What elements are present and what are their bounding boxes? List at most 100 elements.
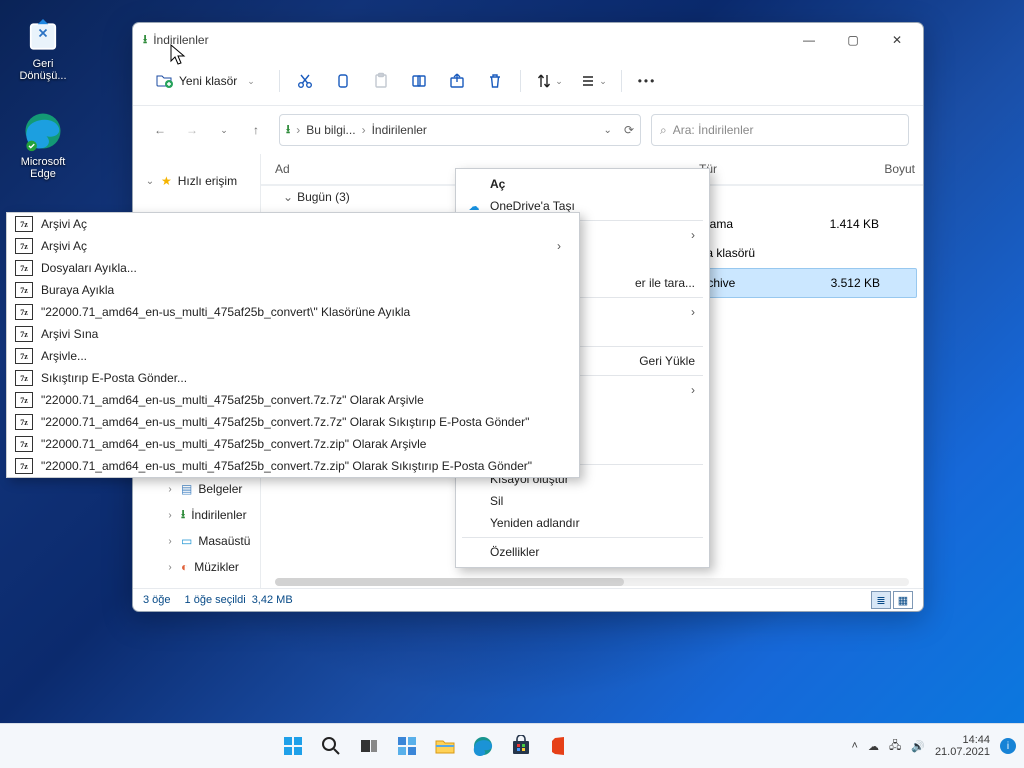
7z-archive[interactable]: 7zArşivle...: [7, 345, 579, 367]
7z-extract-here[interactable]: 7zBuraya Ayıkla: [7, 279, 579, 301]
store-button[interactable]: [504, 729, 538, 763]
nav-up-button[interactable]: ↑: [243, 117, 269, 143]
file-row[interactable]: Uygulama 1.414 KB: [675, 210, 917, 238]
desktop: Geri Dönüşü... Microsoft Edge ⭳ İndirile…: [0, 0, 1024, 768]
download-icon: ⭳: [286, 120, 290, 141]
7z-icon: 7z: [15, 238, 33, 254]
7z-test[interactable]: 7zArşivi Sına: [7, 323, 579, 345]
view-details-button[interactable]: ≣: [871, 591, 891, 609]
taskbar-clock[interactable]: 14:44 21.07.2021: [935, 734, 990, 758]
7z-aszip[interactable]: 7z"22000.71_amd64_en-us_multi_475af25b_c…: [7, 433, 579, 455]
7z-icon: 7z: [15, 436, 33, 452]
volume-icon[interactable]: 🔊: [911, 740, 925, 753]
ctx-properties[interactable]: Özellikler: [456, 541, 709, 563]
search-button[interactable]: [314, 729, 348, 763]
maximize-button[interactable]: ▢: [831, 26, 875, 54]
7z-icon: 7z: [15, 370, 33, 386]
edge-shortcut[interactable]: Microsoft Edge: [8, 108, 78, 180]
7z-icon: 7z: [15, 282, 33, 298]
7z-icon: 7z: [15, 458, 33, 474]
ctx-rename[interactable]: Yeniden adlandır: [456, 512, 709, 534]
7z-icon: 7z: [15, 414, 33, 430]
network-icon[interactable]: 🖧: [889, 737, 901, 756]
7z-extract-files[interactable]: 7zDosyaları Ayıkla...: [7, 257, 579, 279]
quick-access[interactable]: ⌄ ★ Hızlı erişim: [133, 168, 260, 194]
nav-desktop[interactable]: › ▭ Masaüstü: [133, 528, 260, 554]
toolbar: Yeni klasör ⌄ ⌄ ⌄ •••: [133, 57, 923, 106]
notification-icon[interactable]: i: [1000, 738, 1016, 754]
start-button[interactable]: [276, 729, 310, 763]
nav-forward-button[interactable]: →: [179, 117, 205, 143]
7z-as7z-mail[interactable]: 7z"22000.71_amd64_en-us_multi_475af25b_c…: [7, 411, 579, 433]
horizontal-scrollbar[interactable]: [261, 576, 923, 588]
status-selected: 1 öğe seçildi: [185, 594, 246, 606]
refresh-button[interactable]: ⟳: [624, 123, 634, 137]
col-size[interactable]: Boyut: [827, 162, 923, 176]
download-icon: ⭳: [181, 505, 185, 526]
7z-icon: 7z: [15, 392, 33, 408]
copy-button[interactable]: [324, 63, 362, 99]
rename-button[interactable]: [400, 63, 438, 99]
new-folder-button[interactable]: Yeni klasör ⌄: [147, 63, 273, 99]
breadcrumb-leaf[interactable]: İndirilenler: [372, 123, 427, 137]
recycle-bin[interactable]: Geri Dönüşü...: [8, 10, 78, 82]
ctx-delete[interactable]: Sil: [456, 490, 709, 512]
new-folder-icon: [155, 71, 173, 92]
context-submenu-7zip: 7zArşivi Aç 7zArşivi Aç 7zDosyaları Ayık…: [6, 212, 580, 478]
taskbar: ˄ ☁ 🖧 🔊 14:44 21.07.2021 i: [0, 723, 1024, 768]
search-icon: ⌕: [660, 123, 667, 138]
window-title: İndirilenler: [153, 33, 208, 47]
col-type[interactable]: Tür: [691, 162, 827, 176]
col-name[interactable]: Ad: [267, 162, 433, 176]
nav-recent-button[interactable]: ⌄: [211, 117, 237, 143]
download-icon: ⭳: [143, 30, 147, 51]
status-count: 3 öğe: [143, 594, 171, 606]
7z-compress-mail[interactable]: 7zSıkıştırıp E-Posta Gönder...: [7, 367, 579, 389]
minimize-button[interactable]: —: [787, 26, 831, 54]
edge-icon: [20, 108, 66, 154]
ctx-open[interactable]: Aç: [456, 173, 709, 195]
widgets-button[interactable]: [390, 729, 424, 763]
title-bar[interactable]: ⭳ İndirilenler — ▢ ✕: [133, 23, 923, 57]
search-placeholder: Ara: İndirilenler: [673, 123, 754, 137]
view-button[interactable]: ⌄: [571, 63, 615, 99]
7z-icon: 7z: [15, 260, 33, 276]
nav-downloads[interactable]: › ⭳ İndirilenler: [133, 502, 260, 528]
cut-button[interactable]: [286, 63, 324, 99]
taskview-button[interactable]: [352, 729, 386, 763]
nav-back-button[interactable]: ←: [147, 117, 173, 143]
status-size: 3,42 MB: [252, 594, 293, 606]
sort-button[interactable]: ⌄: [527, 63, 571, 99]
address-bar[interactable]: ⭳ › Bu bilgi... › İndirilenler ⌄ ⟳: [279, 114, 641, 146]
7z-as7z[interactable]: 7z"22000.71_amd64_en-us_multi_475af25b_c…: [7, 389, 579, 411]
explorer-button[interactable]: [428, 729, 462, 763]
close-button[interactable]: ✕: [875, 26, 919, 54]
office-button[interactable]: [542, 729, 576, 763]
7z-icon: 7z: [15, 304, 33, 320]
nav-music[interactable]: › ◐ Müzikler: [133, 554, 260, 580]
onedrive-tray-icon[interactable]: ☁: [868, 740, 879, 753]
search-box[interactable]: ⌕ Ara: İndirilenler: [651, 114, 909, 146]
share-button[interactable]: [438, 63, 476, 99]
breadcrumb-root[interactable]: Bu bilgi...: [306, 123, 355, 137]
view-large-button[interactable]: ▦: [893, 591, 913, 609]
desktop-icon: ▭: [181, 534, 192, 548]
file-row-selected[interactable]: 7z Archive 3.512 KB: [675, 268, 917, 298]
7z-open-archive-sub[interactable]: 7zArşivi Aç: [7, 235, 579, 257]
7z-extract-to[interactable]: 7z"22000.71_amd64_en-us_multi_475af25b_c…: [7, 301, 579, 323]
new-folder-label: Yeni klasör: [179, 74, 237, 88]
file-row[interactable]: Dosya klasörü: [675, 239, 917, 267]
star-icon: ★: [161, 174, 172, 188]
delete-button[interactable]: [476, 63, 514, 99]
tray-chevron-icon[interactable]: ˄: [852, 740, 858, 752]
paste-button[interactable]: [362, 63, 400, 99]
edge-button[interactable]: [466, 729, 500, 763]
7z-open-archive[interactable]: 7zArşivi Aç: [7, 213, 579, 235]
nav-documents[interactable]: › ▤ Belgeler: [133, 476, 260, 502]
edge-label: Microsoft Edge: [8, 156, 78, 180]
7z-aszip-mail[interactable]: 7z"22000.71_amd64_en-us_multi_475af25b_c…: [7, 455, 579, 477]
chevron-down-icon[interactable]: ⌄: [604, 125, 612, 136]
system-tray[interactable]: ˄ ☁ 🖧 🔊 14:44 21.07.2021 i: [852, 734, 1016, 758]
7z-icon: 7z: [15, 216, 33, 232]
more-button[interactable]: •••: [628, 63, 666, 99]
